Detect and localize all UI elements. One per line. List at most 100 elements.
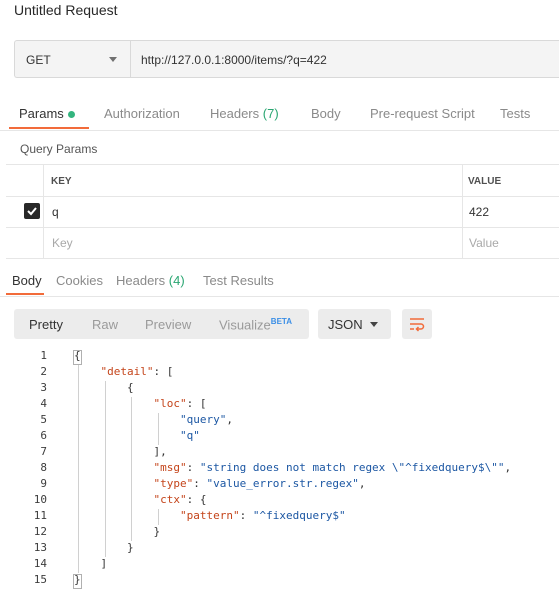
active-tab-underline [6, 293, 44, 295]
indent-guide [104, 445, 106, 461]
row-enabled-checkbox[interactable] [24, 203, 40, 219]
line-number: 14 [33, 557, 47, 570]
code-line: 5 "query", [0, 413, 559, 429]
param-key[interactable]: q [52, 205, 59, 219]
visualize-label: Visualize [219, 317, 271, 333]
column-header-key: KEY [51, 176, 72, 187]
indent-guide [131, 509, 132, 525]
code-line: 2 "detail": [ [0, 365, 559, 381]
tab-label: Test Results [203, 273, 274, 288]
line-number: 15 [33, 573, 47, 586]
line-number: 6 [40, 429, 47, 442]
line-number: 11 [33, 509, 47, 522]
tab-body[interactable]: Body [311, 106, 341, 121]
code-line: 9 "type": "value_error.str.regex", [0, 477, 559, 493]
wrap-lines-button[interactable] [402, 309, 432, 339]
tab-headers[interactable]: Headers (7) [210, 106, 279, 121]
tab-test-results[interactable]: Test Results [203, 273, 274, 288]
code-text: "loc": [ [153, 397, 207, 410]
tab-response-body[interactable]: Body [12, 273, 42, 288]
request-tabs: Params Authorization Headers (7) Body Pr… [0, 100, 559, 131]
line-number: 13 [33, 541, 47, 554]
indent-guide [104, 509, 106, 525]
method-select[interactable]: GET [14, 40, 130, 78]
indent-guide [131, 429, 132, 445]
tab-count: (7) [262, 106, 279, 121]
table-row: q 422 [6, 196, 559, 228]
code-text: ] [100, 557, 108, 570]
code-line: 10 "ctx": { [0, 493, 559, 509]
code-text: } [153, 525, 161, 538]
preview-button[interactable]: Preview [145, 317, 191, 332]
indent-guide [104, 429, 106, 445]
indent-guide [104, 525, 106, 541]
language-label: JSON [328, 317, 363, 332]
tab-label: Tests [500, 106, 531, 121]
wrap-lines-icon [410, 318, 425, 332]
indent-guide [78, 397, 79, 413]
indent-guide [104, 381, 106, 397]
query-params-title: Query Params [20, 142, 98, 156]
indent-guide [78, 445, 79, 461]
code-line: 12} [0, 525, 559, 541]
indent-guide [78, 413, 79, 429]
request-title[interactable]: Untitled Request [14, 2, 118, 18]
code-text: "msg": "string does not match regex \"^f… [153, 461, 512, 474]
code-line: 11 "pattern": "^fixedquery$" [0, 509, 559, 525]
tab-label: Cookies [56, 273, 103, 288]
code-line: 7], [0, 445, 559, 461]
pretty-button[interactable]: Pretty [29, 317, 63, 332]
indent-guide [78, 429, 79, 445]
bracket-match-highlight [73, 350, 82, 365]
indent-guide [78, 461, 79, 477]
indent-guide [104, 397, 106, 413]
indent-guide [78, 365, 79, 381]
line-number: 7 [40, 445, 47, 458]
line-number: 2 [40, 365, 47, 378]
active-tab-underline [9, 127, 89, 129]
column-header-value: VALUE [468, 176, 502, 187]
response-tabs: Body Cookies Headers (4) Test Results [0, 268, 559, 297]
line-number: 8 [40, 461, 47, 474]
indent-guide [78, 381, 79, 397]
line-number: 12 [33, 525, 47, 538]
tab-params[interactable]: Params [19, 106, 75, 121]
method-label: GET [26, 53, 51, 67]
url-input[interactable]: http://127.0.0.1:8000/items/?q=422 [130, 40, 559, 78]
indent-guide [131, 525, 132, 541]
code-text: } [127, 541, 134, 554]
line-number: 3 [40, 381, 47, 394]
table-header-row: KEY VALUE [6, 165, 559, 197]
tab-label: Body [12, 273, 42, 288]
indent-guide [131, 493, 132, 509]
tab-count: (4) [168, 273, 185, 288]
indent-guide [78, 525, 79, 541]
tab-tests[interactable]: Tests [500, 106, 530, 121]
tab-label: Headers [116, 273, 166, 288]
indent-guide [104, 541, 106, 557]
indent-guide [104, 413, 106, 429]
tab-response-headers[interactable]: Headers (4) [116, 273, 185, 288]
tab-pre-request-script[interactable]: Pre-request Script [370, 106, 475, 121]
tab-cookies[interactable]: Cookies [56, 273, 103, 288]
code-text: "detail": [ [100, 365, 174, 378]
line-number: 1 [40, 349, 47, 362]
new-value-input[interactable]: Value [469, 236, 499, 250]
indent-guide [78, 493, 79, 509]
bracket-match-highlight [73, 574, 82, 589]
chevron-down-icon [109, 57, 117, 62]
tab-authorization[interactable]: Authorization [104, 106, 180, 121]
new-key-input[interactable]: Key [52, 236, 73, 250]
indent-guide [78, 557, 79, 573]
language-select[interactable]: JSON [318, 309, 391, 339]
chevron-down-icon [370, 322, 378, 327]
param-value[interactable]: 422 [469, 205, 489, 219]
raw-button[interactable]: Raw [92, 317, 118, 332]
line-number: 4 [40, 397, 47, 410]
visualize-button[interactable]: VisualizeBETA [219, 317, 292, 332]
code-text: ], [153, 445, 167, 458]
indent-guide [104, 461, 106, 477]
line-number: 9 [40, 477, 47, 490]
indent-guide [104, 477, 106, 493]
response-body-viewer[interactable]: 1{2 "detail": [3{4 "loc": [5 "query", 6 "q" 7]… [0, 349, 559, 594]
